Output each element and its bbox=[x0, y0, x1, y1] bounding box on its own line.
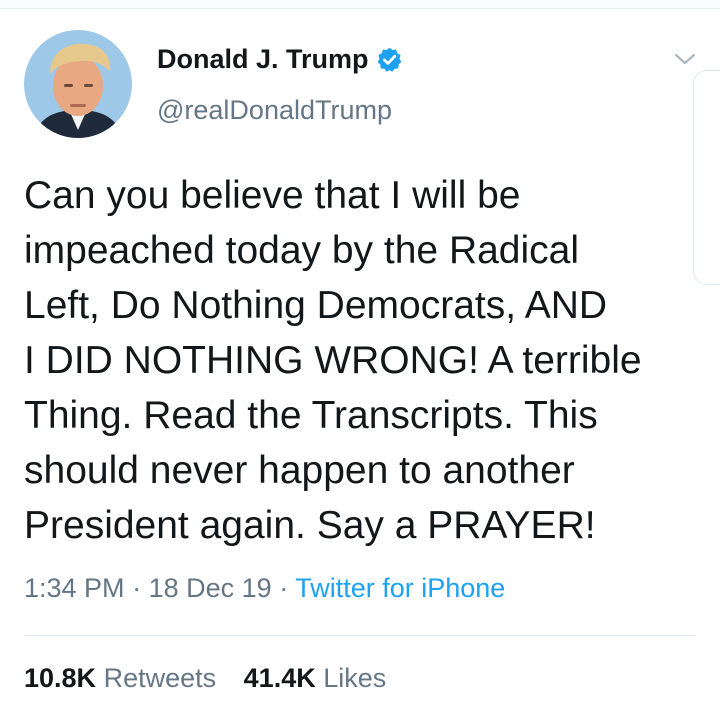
tweet-text-line: should never happen to another bbox=[24, 449, 575, 492]
tweet-text: Can you believe that I will be impeached… bbox=[24, 168, 694, 553]
retweets-count: 10.8K bbox=[24, 663, 97, 693]
retweets-stat[interactable]: 10.8K Retweets bbox=[24, 663, 224, 693]
likes-count: 41.4K bbox=[243, 663, 316, 693]
meta-separator: · bbox=[279, 573, 289, 603]
author-name-row[interactable]: Donald J. Trump bbox=[157, 44, 403, 75]
divider bbox=[24, 635, 696, 636]
tweet-text-line: Can you believe that I will be bbox=[24, 174, 521, 217]
tweet-date[interactable]: 18 Dec 19 bbox=[149, 573, 272, 603]
tweet-meta: 1:34 PM · 18 Dec 19 · Twitter for iPhone bbox=[24, 573, 505, 604]
author-name[interactable]: Donald J. Trump bbox=[157, 44, 369, 75]
meta-separator: · bbox=[132, 573, 142, 603]
likes-stat[interactable]: 41.4K Likes bbox=[244, 663, 387, 693]
side-panel-edge bbox=[693, 70, 720, 285]
tweet-time[interactable]: 1:34 PM bbox=[24, 573, 125, 603]
tweet-text-line: Left, Do Nothing Democrats, AND bbox=[24, 284, 608, 327]
top-border bbox=[0, 0, 720, 9]
avatar-image bbox=[24, 30, 132, 138]
tweet-text-line: impeached today by the Radical bbox=[24, 229, 580, 272]
tweet-stats: 10.8K Retweets 41.4K Likes bbox=[24, 663, 386, 694]
tweet-text-line: Thing. Read the Transcripts. This bbox=[24, 394, 598, 437]
avatar[interactable] bbox=[24, 30, 132, 138]
tweet-text-line: I DID NOTHING WRONG! A terrible bbox=[24, 339, 642, 382]
chevron-down-icon[interactable] bbox=[672, 50, 698, 68]
likes-label: Likes bbox=[323, 663, 387, 693]
verified-badge-icon bbox=[376, 46, 403, 73]
author-handle[interactable]: @realDonaldTrump bbox=[157, 95, 392, 126]
tweet-text-line: President again. Say a PRAYER! bbox=[24, 504, 596, 547]
tweet-source-link[interactable]: Twitter for iPhone bbox=[295, 573, 505, 603]
retweets-label: Retweets bbox=[103, 663, 217, 693]
